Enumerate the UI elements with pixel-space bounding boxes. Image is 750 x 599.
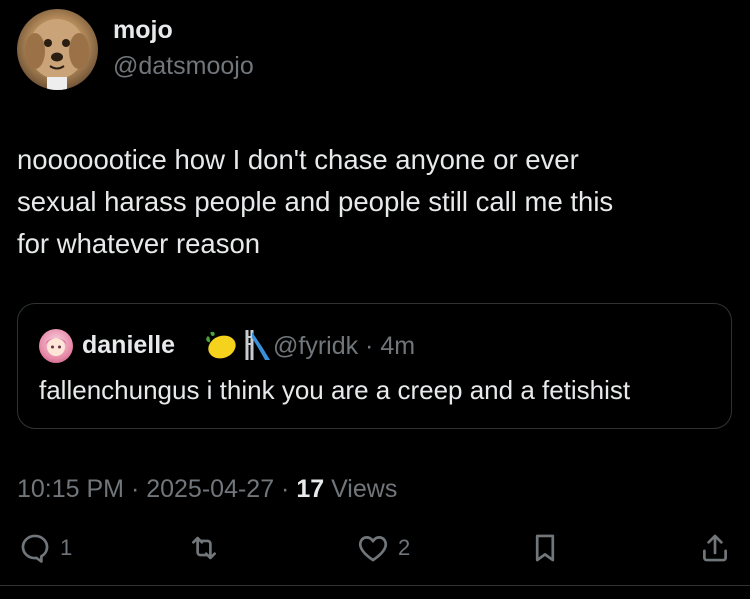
share-icon [703,534,727,562]
views-count: 17 [296,475,325,503]
anime-avatar-icon [45,338,67,356]
action-bar: 1 2 [0,525,750,575]
reply-count: 1 [60,535,73,560]
reply-icon [21,534,49,563]
share-button[interactable] [698,531,732,565]
bookmark-button[interactable] [528,531,562,565]
slide-emoji-icon [240,328,272,367]
retweet-icon [192,536,216,560]
author-avatar[interactable] [17,9,98,90]
tweet-meta: 10:15 PM · 2025-04-27 · 17 Views [17,475,397,504]
tweet-text: nooooootice how I don't chase anyone or … [17,144,614,259]
bottom-divider [0,585,750,586]
heart-icon [358,536,388,562]
quoted-tweet-card[interactable]: danielle @fyridk · 4m fallenchungus i th… [17,303,732,429]
author-display-name[interactable]: mojo [113,16,173,45]
views-label: Views [324,475,398,503]
retweet-button[interactable] [187,531,221,565]
like-button[interactable]: 2 [356,531,410,565]
author-handle[interactable]: @datsmoojo [113,52,254,81]
reply-button[interactable]: 1 [18,531,72,565]
bookmark-icon [535,534,555,562]
like-count: 2 [398,535,411,560]
tweet-timestamp[interactable]: 10:15 PM · 2025-04-27 · [17,475,296,503]
quoted-tweet-text: fallenchungus i think you are a creep an… [39,375,631,405]
quoted-display-name[interactable]: danielle [82,331,175,360]
quoted-author-avatar[interactable] [39,329,73,363]
lemon-emoji-icon [204,328,240,367]
quoted-handle-time[interactable]: @fyridk · 4m [273,332,415,361]
dog-avatar-icon [25,19,89,90]
